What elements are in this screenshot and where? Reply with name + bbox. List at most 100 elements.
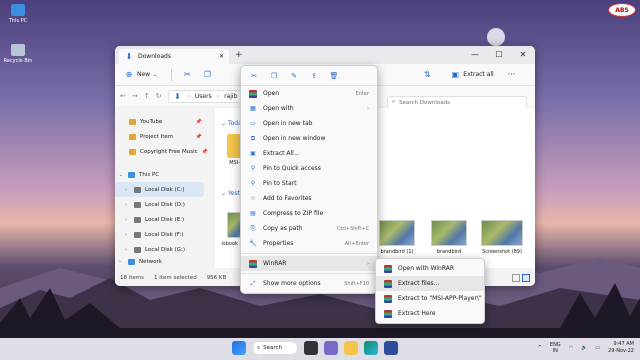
sidebar-item-label: Local Disk (D:) xyxy=(145,201,185,208)
store-icon[interactable] xyxy=(384,341,398,355)
breadcrumb-rajib[interactable]: rajib xyxy=(224,93,237,100)
close-button[interactable]: ✕ xyxy=(511,46,535,64)
submenu-item-extract-files[interactable]: Extract files... xyxy=(376,276,484,291)
navigation-pane: YouTube 📌 Project Item 📌 Copyright Free … xyxy=(115,108,210,268)
winrar-icon xyxy=(384,264,392,273)
group-header-today[interactable]: ⌄ Toda xyxy=(221,120,242,127)
desktop-icon-this-pc[interactable]: This PC xyxy=(0,4,36,24)
sidebar-item-local-disk-f[interactable]: › Local Disk (F:) xyxy=(115,227,210,242)
pin-icon: ⚲ xyxy=(250,165,256,172)
menu-item-open-with[interactable]: ▦ Open with › xyxy=(241,101,377,116)
new-label: New xyxy=(137,71,151,78)
tab-downloads[interactable]: ⬇ Downloads ✕ xyxy=(119,49,229,64)
cut-icon[interactable]: ✂ xyxy=(249,71,259,81)
menu-item-properties[interactable]: 🔧 Properties Alt+Enter xyxy=(241,236,377,251)
pin-icon: 📌 xyxy=(195,118,202,125)
chevron-right-icon: › xyxy=(367,105,369,112)
submenu-item-open-with-winrar[interactable]: Open with WinRAR xyxy=(376,261,484,276)
chevron-right-icon: › xyxy=(119,259,121,265)
search-placeholder: Search Downloads xyxy=(399,99,450,106)
sidebar-item-local-disk-d[interactable]: › Local Disk (D:) xyxy=(115,197,210,212)
close-tab-icon[interactable]: ✕ xyxy=(219,53,224,60)
file-item-brandbird[interactable]: brandbird xyxy=(429,220,469,255)
menu-item-pin-to-start[interactable]: ⚲ Pin to Start xyxy=(241,176,377,191)
sidebar-item-project-item[interactable]: Project Item 📌 xyxy=(115,129,210,144)
chevron-right-icon: › xyxy=(367,260,369,267)
sidebar-item-local-disk-c[interactable]: › Local Disk (C:) xyxy=(115,182,204,197)
edge-browser-icon[interactable] xyxy=(364,341,378,355)
chevron-up-icon[interactable]: ^ xyxy=(538,345,542,351)
volume-icon[interactable]: 🔈 xyxy=(581,345,587,351)
tiles-view-icon[interactable] xyxy=(522,274,530,282)
submenu-item-extract-to-folder[interactable]: Extract to "MSI-APP-Player\" xyxy=(376,291,484,306)
download-folder-icon: ⬇ xyxy=(125,52,133,61)
back-icon[interactable]: ← xyxy=(120,92,126,100)
submenu-item-extract-here[interactable]: Extract Here xyxy=(376,306,484,321)
drive-icon xyxy=(134,246,141,253)
chevron-down-icon: ⌄ xyxy=(153,71,158,78)
menu-item-pin-quick-access[interactable]: ⚲ Pin to Quick access xyxy=(241,161,377,176)
clock[interactable]: 9:47 AM 29-Nov-22 xyxy=(608,341,634,355)
sidebar-item-local-disk-e[interactable]: › Local Disk (E:) xyxy=(115,212,210,227)
file-item-screenshot-89[interactable]: Screenshot (89) xyxy=(479,220,525,255)
maximize-button[interactable]: ☐ xyxy=(487,46,511,64)
drive-icon xyxy=(134,216,141,223)
menu-item-winrar[interactable]: WinRAR › xyxy=(241,256,377,271)
search-icon: ⌕ xyxy=(257,344,261,351)
file-explorer-icon[interactable] xyxy=(344,341,358,355)
network-icon xyxy=(128,259,135,265)
up-icon[interactable]: ↑ xyxy=(144,92,150,100)
delete-icon[interactable]: 🗑 xyxy=(329,71,339,81)
copy-icon[interactable]: ❐ xyxy=(202,70,212,80)
image-thumbnail xyxy=(379,220,415,246)
file-item-brandbird-1[interactable]: brandbird (1) xyxy=(377,220,417,255)
breadcrumb-users[interactable]: Users xyxy=(195,93,212,100)
recycle-bin-icon xyxy=(11,44,25,56)
more-options-icon: ⤢ xyxy=(250,279,256,287)
system-tray: ^ ENG IN ◠ 🔈 ▭ 9:47 AM 29-Nov-22 xyxy=(538,341,634,355)
menu-item-show-more-options[interactable]: ⤢ Show more options Shift+F10 xyxy=(241,276,377,291)
more-options-icon[interactable]: ··· xyxy=(508,70,516,79)
battery-icon[interactable]: ▭ xyxy=(595,345,600,351)
winrar-submenu: Open with WinRAR Extract files... Extrac… xyxy=(375,258,485,324)
sidebar-item-copyright-free-music[interactable]: Copyright Free Music 📌 xyxy=(115,144,210,159)
sidebar-item-local-disk-g[interactable]: › Local Disk (G:) xyxy=(115,242,210,257)
chevron-right-icon: › xyxy=(125,231,127,238)
cut-icon[interactable]: ✂ xyxy=(182,70,192,80)
new-tab-button[interactable]: + xyxy=(235,50,243,60)
forward-icon[interactable]: → xyxy=(132,92,138,100)
desktop-icon-recycle-bin[interactable]: Recycle Bin xyxy=(0,44,36,64)
task-view-icon[interactable] xyxy=(304,341,318,355)
share-icon[interactable]: ⇪ xyxy=(309,71,319,81)
new-button[interactable]: ⊕ New ⌄ xyxy=(120,68,161,82)
menu-item-open-in-new-tab[interactable]: ▭ Open in new tab xyxy=(241,116,377,131)
menu-divider xyxy=(241,253,377,254)
menu-item-copy-as-path[interactable]: ⎘ Copy as path Ctrl+Shift+C xyxy=(241,221,377,236)
folder-icon xyxy=(129,133,136,140)
menu-item-compress-zip[interactable]: ▤ Compress to ZIP file xyxy=(241,206,377,221)
taskbar-search[interactable]: ⌕ Search xyxy=(252,341,298,355)
folder-icon xyxy=(129,118,136,125)
teams-chat-icon[interactable] xyxy=(324,341,338,355)
more-sort-icon[interactable]: ⇅ xyxy=(422,70,432,80)
sidebar-item-network[interactable]: › Network xyxy=(115,257,210,267)
menu-item-open[interactable]: Open Enter xyxy=(241,86,377,101)
file-label: Screenshot (89) xyxy=(482,249,522,255)
sidebar-item-this-pc[interactable]: ⌄ This PC xyxy=(115,167,210,182)
file-label: brandbird (1) xyxy=(380,249,414,255)
menu-item-extract-all[interactable]: ▣ Extract All... xyxy=(241,146,377,161)
minimize-button[interactable]: — xyxy=(463,46,487,64)
copy-path-icon: ⎘ xyxy=(250,224,256,232)
copy-icon[interactable]: ❐ xyxy=(269,71,279,81)
language-indicator[interactable]: ENG IN xyxy=(550,342,561,354)
details-view-icon[interactable] xyxy=(512,274,520,282)
start-button-windows-icon[interactable] xyxy=(232,341,246,355)
wifi-icon[interactable]: ◠ xyxy=(569,345,573,351)
menu-item-add-to-favorites[interactable]: ☆ Add to Favorites xyxy=(241,191,377,206)
rename-icon[interactable]: ✎ xyxy=(289,71,299,81)
extract-all-button[interactable]: ▣ Extract all xyxy=(446,68,497,82)
sidebar-item-youtube[interactable]: YouTube 📌 xyxy=(115,114,210,129)
refresh-icon[interactable]: ↻ xyxy=(156,92,162,100)
menu-item-open-in-new-window[interactable]: ⧉ Open in new window xyxy=(241,131,377,146)
new-window-icon: ⧉ xyxy=(250,134,256,142)
